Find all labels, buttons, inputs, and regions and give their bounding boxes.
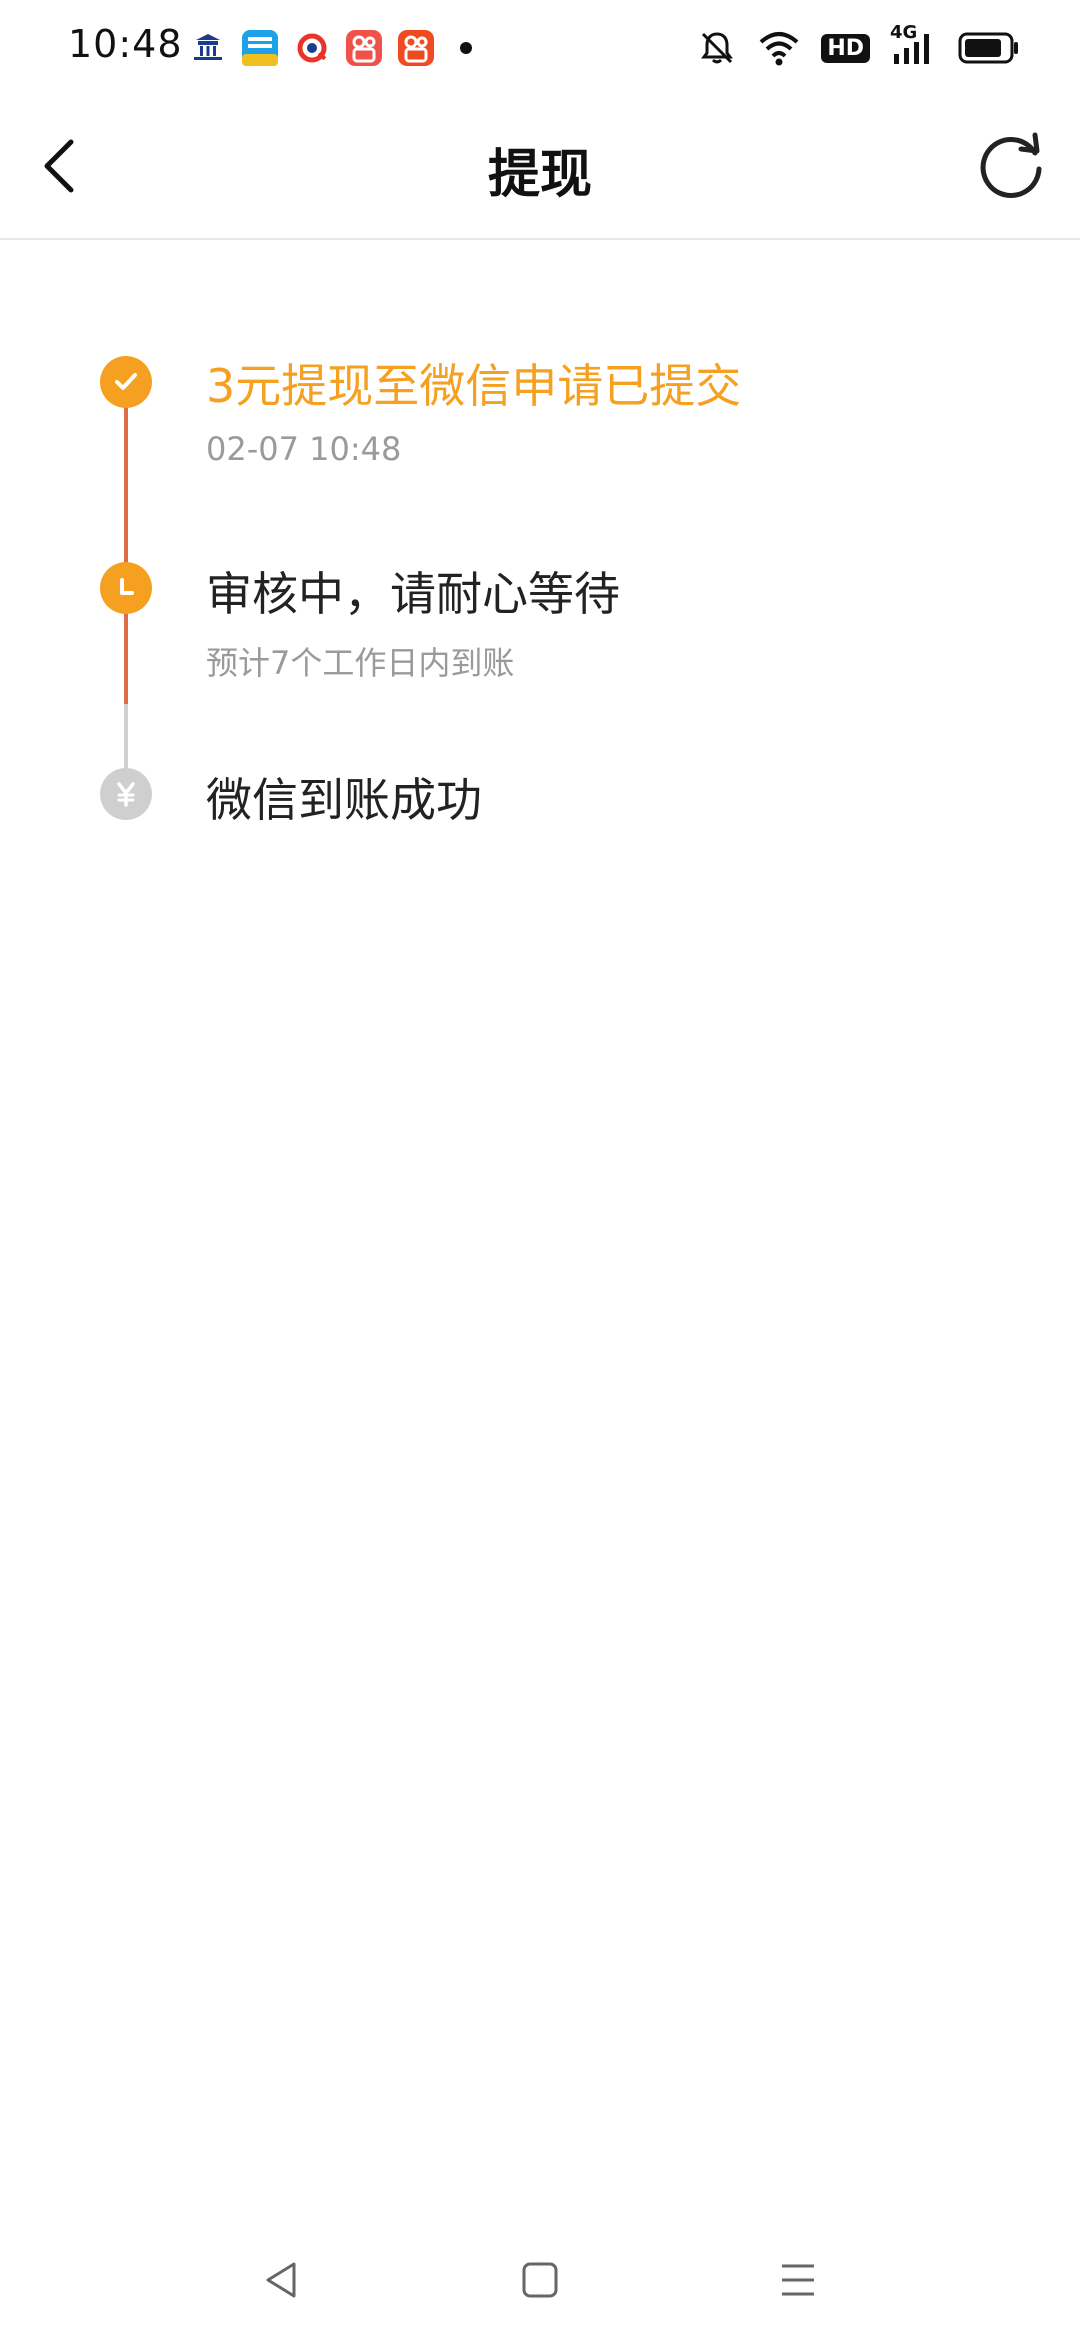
mute-bell-icon (697, 28, 737, 68)
check-icon (115, 373, 137, 390)
step-arrived-title: 微信到账成功 (206, 773, 482, 827)
news-app-icon (240, 28, 280, 68)
step-submitted-title: 3元提现至微信申请已提交 (206, 359, 742, 413)
withdraw-progress-timeline: 3元提现至微信申请已提交 02-07 10:48 审核中，请耐心等待 预计7个工… (0, 240, 1080, 940)
nav-recents-button[interactable] (758, 2240, 838, 2320)
step-review-title: 审核中，请耐心等待 (206, 567, 620, 621)
menu-lines-icon (782, 2264, 814, 2296)
app-bar: 提现 (0, 96, 1080, 240)
page-title: 提现 (487, 145, 592, 205)
notification-icons (188, 28, 488, 68)
more-notifications-dot-icon (456, 28, 476, 68)
search-app-icon (292, 28, 332, 68)
refresh-button[interactable] (972, 126, 1052, 206)
step-future-indicator (100, 768, 152, 820)
wifi-icon (757, 28, 801, 68)
nav-back-button[interactable] (242, 2240, 322, 2320)
battery-icon (958, 31, 1020, 65)
system-nav-bar (0, 2220, 1080, 2340)
step-done-indicator (100, 356, 152, 408)
kuaishou-app-icon-2 (396, 28, 436, 68)
triangle-back-icon (266, 2262, 296, 2298)
status-time: 10:48 (68, 22, 183, 66)
yuan-icon (117, 782, 135, 807)
step-submitted-time: 02-07 10:48 (206, 430, 402, 468)
kuaishou-app-icon (344, 28, 384, 68)
square-home-icon (522, 2262, 558, 2298)
nav-home-button[interactable] (500, 2240, 580, 2320)
step-current-indicator (100, 562, 152, 614)
palace-app-icon (188, 28, 228, 68)
timeline-line-completed (124, 382, 128, 704)
hd-icon: HD (821, 33, 870, 63)
refresh-icon (980, 132, 1042, 198)
step-review-eta: 预计7个工作日内到账 (206, 644, 515, 682)
clock-icon (120, 578, 134, 595)
status-right-icons: HD 4G (677, 22, 1020, 70)
status-bar: 10:48 HD 4G (0, 0, 1080, 96)
signal-4g-icon: 4G (890, 22, 938, 68)
